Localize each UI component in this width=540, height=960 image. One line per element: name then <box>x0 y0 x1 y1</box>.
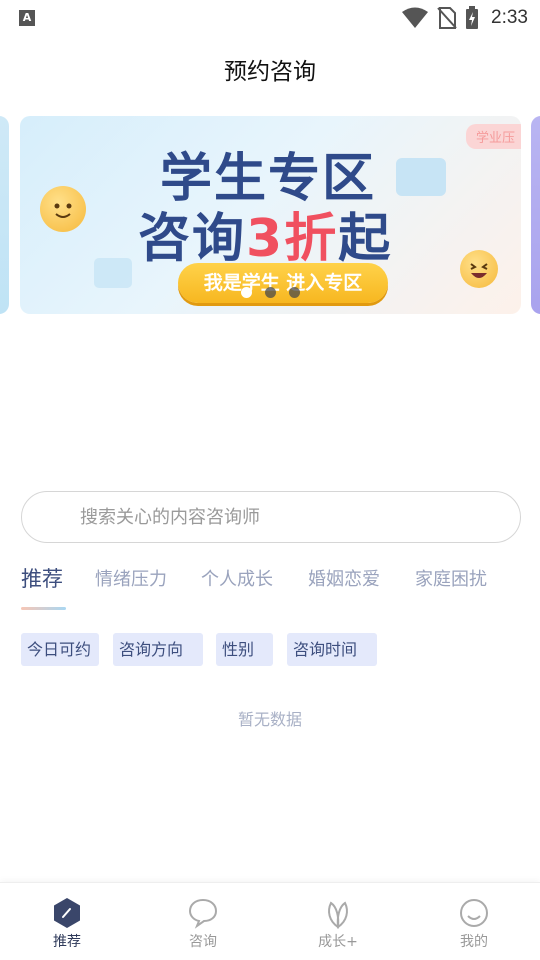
banner-discount: 3折 <box>246 209 339 269</box>
carousel-dot[interactable] <box>265 287 276 298</box>
filter-consult-time[interactable]: 咨询时间 <box>287 633 377 666</box>
page-title: 预约咨询 <box>224 59 316 85</box>
filter-gender[interactable]: 性别 <box>216 633 273 666</box>
no-sim-icon <box>437 7 457 29</box>
nav-mine[interactable]: 我的 <box>429 883 519 960</box>
carousel-indicators <box>241 287 300 298</box>
tab-active-indicator <box>21 607 66 610</box>
tab-personal-growth[interactable]: 个人成长 <box>201 565 273 591</box>
nav-consult[interactable]: 咨询 <box>158 883 248 960</box>
smiley-face-icon <box>460 899 488 927</box>
status-bar: A 2:33 <box>0 0 540 36</box>
filter-consult-direction[interactable]: 咨询方向 <box>113 633 203 666</box>
chat-bubble-decoration-icon <box>396 158 446 196</box>
wifi-icon <box>402 7 429 28</box>
tab-recommended[interactable]: 推荐 <box>21 563 63 593</box>
app-notification-icon: A <box>19 10 35 26</box>
bottom-navigation: 推荐 咨询 成长+ 我的 <box>0 882 540 960</box>
filter-available-today[interactable]: 今日可约 <box>21 633 99 666</box>
tab-marriage-love[interactable]: 婚姻恋爱 <box>308 565 380 591</box>
nav-recommended[interactable]: 推荐 <box>22 883 112 960</box>
empty-state-text: 暂无数据 <box>237 710 302 729</box>
home-hexagon-icon <box>54 898 80 928</box>
tab-emotional-stress[interactable]: 情绪压力 <box>95 565 167 591</box>
tab-family-issues[interactable]: 家庭困扰 <box>415 565 487 591</box>
banner-tag: 学业压 <box>465 124 521 149</box>
search-input[interactable] <box>80 492 500 542</box>
status-icons: 2:33 <box>401 4 528 32</box>
nav-label: 咨询 <box>189 934 217 950</box>
category-tabs: 推荐 情绪压力 个人成长 婚姻恋爱 家庭困扰 <box>0 565 540 611</box>
chat-bubble-decoration-icon <box>94 258 132 288</box>
banner-previous-peek[interactable] <box>0 116 9 314</box>
nav-growth[interactable]: 成长+ <box>293 883 383 960</box>
nav-label: 成长+ <box>318 934 358 950</box>
carousel-dot[interactable] <box>289 287 300 298</box>
smile-emoji-icon <box>40 186 86 232</box>
battery-charging-icon <box>466 6 479 29</box>
banner-subheadline: 咨询3折起 <box>138 209 393 269</box>
carousel-dot-active[interactable] <box>241 287 252 298</box>
leaf-icon <box>328 901 348 929</box>
laugh-emoji-icon <box>460 250 498 288</box>
banner-student-zone[interactable]: 学业压 学生专区 咨询3折起 我是学生 进入专区 <box>20 116 521 314</box>
status-time: 2:33 <box>491 7 528 28</box>
chat-bubble-icon <box>188 898 218 929</box>
banner-carousel[interactable]: 学业压 学生专区 咨询3折起 我是学生 进入专区 <box>0 116 540 314</box>
nav-label: 推荐 <box>53 934 81 950</box>
search-bar[interactable] <box>21 491 521 543</box>
nav-label: 我的 <box>460 934 488 950</box>
banner-next-peek[interactable] <box>531 116 540 314</box>
